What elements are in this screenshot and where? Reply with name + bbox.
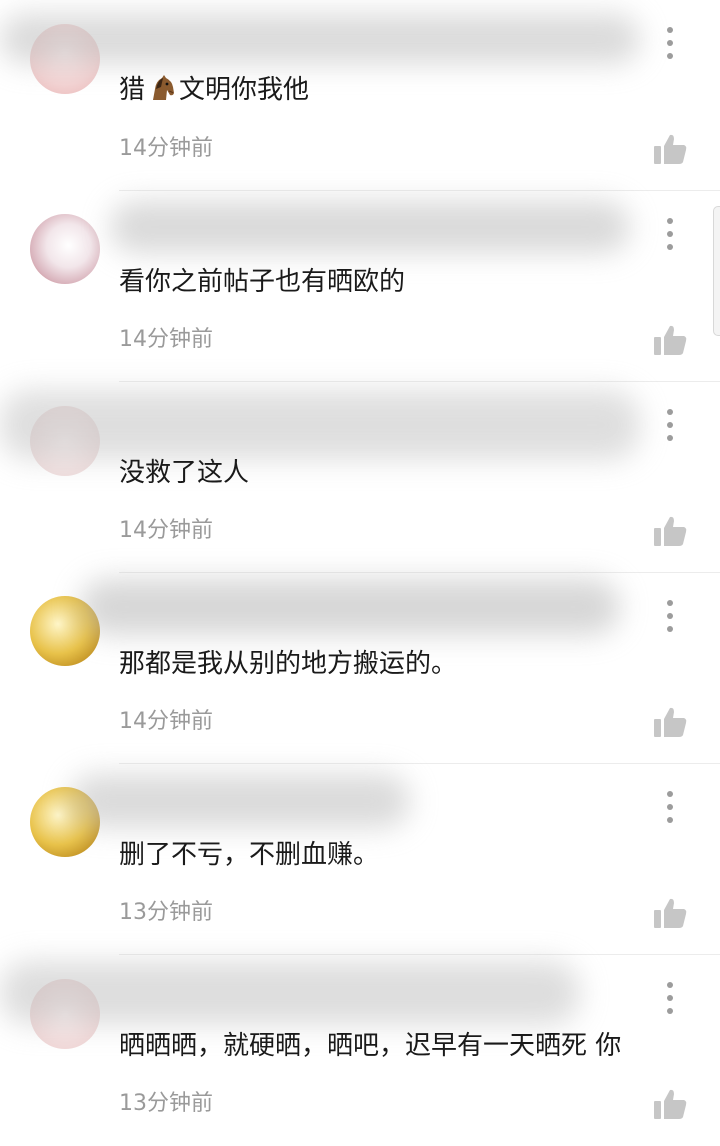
more-dot	[667, 218, 673, 224]
comment-timestamp: 14分钟前	[119, 709, 213, 734]
more-dot	[667, 422, 673, 428]
more-dot	[667, 817, 673, 823]
comment-text: 晒晒晒，就硬晒，晒吧，迟早有一天晒死 你	[119, 1031, 622, 1061]
more-options-button[interactable]	[656, 789, 684, 825]
comment-text: 没救了这人	[119, 458, 250, 488]
comment-text-part: 文明你我他	[179, 75, 310, 105]
more-dot	[667, 982, 673, 988]
comment-text: 看你之前帖子也有晒欧的	[119, 267, 406, 297]
thumbs-up-icon	[654, 898, 687, 928]
comment-item: 没救了这人 14分钟前	[0, 382, 720, 573]
more-dot	[667, 804, 673, 810]
thumbs-up-icon	[654, 707, 687, 737]
comment-text: 那都是我从别的地方搬运的。	[119, 649, 458, 679]
horse-face-icon	[147, 73, 177, 103]
like-button[interactable]	[652, 1087, 688, 1121]
like-button[interactable]	[652, 705, 688, 739]
comment-item: 看你之前帖子也有晒欧的 14分钟前	[0, 191, 720, 382]
comment-timestamp: 14分钟前	[119, 327, 213, 352]
comment-text: 删了不亏，不删血赚。	[119, 840, 380, 870]
comment-text: 猎 文明你我他	[119, 73, 309, 107]
more-dot	[667, 613, 673, 619]
more-dot	[667, 231, 673, 237]
more-dot	[667, 791, 673, 797]
more-options-button[interactable]	[656, 598, 684, 634]
username-redacted	[0, 14, 640, 64]
more-dot	[667, 53, 673, 59]
more-options-button[interactable]	[656, 25, 684, 61]
thumbs-up-icon	[654, 1089, 687, 1119]
more-dot	[667, 27, 673, 33]
comment-list: 猎文明你我他 14分钟前 看你之前帖子也有晒欧的 14分钟前 没救了这人 14分…	[0, 0, 720, 1144]
scrollbar-thumb[interactable]	[713, 206, 720, 336]
more-dot	[667, 244, 673, 250]
username-redacted	[0, 390, 640, 460]
more-dot	[667, 409, 673, 415]
more-dot	[667, 40, 673, 46]
username-redacted	[70, 774, 410, 828]
thumbs-up-icon	[654, 134, 687, 164]
thumbs-up-icon	[654, 325, 687, 355]
comment-item: 删了不亏，不删血赚。 13分钟前	[0, 764, 720, 955]
comment-timestamp: 14分钟前	[119, 518, 213, 543]
comment-item: 那都是我从别的地方搬运的。 14分钟前	[0, 573, 720, 764]
comment-text-part: 猎	[119, 75, 146, 105]
more-dot	[667, 435, 673, 441]
more-dot	[667, 600, 673, 606]
thumbs-up-icon	[654, 516, 687, 546]
more-dot	[667, 995, 673, 1001]
more-options-button[interactable]	[656, 980, 684, 1016]
comment-timestamp: 13分钟前	[119, 1091, 213, 1116]
avatar[interactable]	[30, 214, 100, 284]
username-redacted	[0, 961, 580, 1025]
more-options-button[interactable]	[656, 407, 684, 443]
like-button[interactable]	[652, 323, 688, 357]
username-redacted	[80, 579, 620, 635]
comment-timestamp: 14分钟前	[119, 136, 213, 161]
like-button[interactable]	[652, 514, 688, 548]
more-dot	[667, 1008, 673, 1014]
like-button[interactable]	[652, 132, 688, 166]
more-dot	[667, 626, 673, 632]
more-options-button[interactable]	[656, 216, 684, 252]
comment-timestamp: 13分钟前	[119, 900, 213, 925]
comment-item: 晒晒晒，就硬晒，晒吧，迟早有一天晒死 你 13分钟前	[0, 955, 720, 1146]
username-redacted	[110, 201, 630, 253]
like-button[interactable]	[652, 896, 688, 930]
comment-item: 猎 文明你我他 14分钟前	[0, 0, 720, 191]
